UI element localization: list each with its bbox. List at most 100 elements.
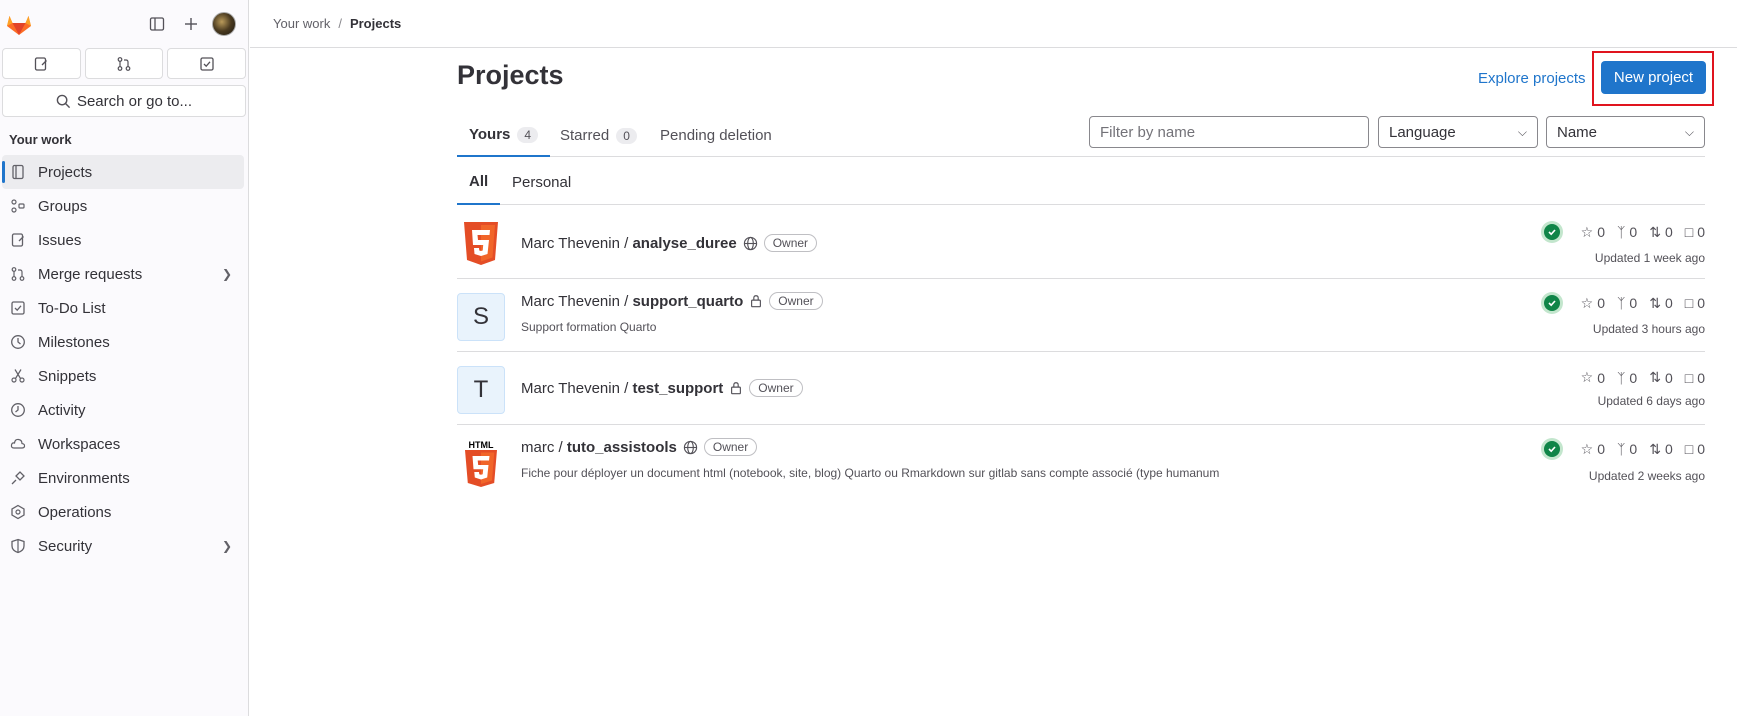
sidebar-item-operations[interactable]: Operations xyxy=(2,495,244,529)
tab-label: Pending deletion xyxy=(660,127,772,144)
stars-count[interactable]: ☆ 0 xyxy=(1581,369,1605,386)
language-dropdown-label: Language xyxy=(1389,123,1456,141)
sidebar-item-activity[interactable]: Activity xyxy=(2,393,244,427)
project-avatar[interactable]: S xyxy=(457,293,505,341)
merge-requests-count[interactable]: ⇅ 0 xyxy=(1649,224,1673,241)
fork-icon: ᛉ xyxy=(1617,369,1626,386)
project-avatar[interactable]: T xyxy=(457,366,505,414)
merge-requests-value: 0 xyxy=(1664,369,1673,386)
sidebar-item-projects[interactable]: Projects xyxy=(2,155,244,189)
role-badge: Owner xyxy=(749,379,803,397)
sidebar-item-security[interactable]: Security ❯ xyxy=(2,529,244,563)
sidebar: Search or go to... Your work Projects Gr… xyxy=(0,0,249,716)
sidebar-item-groups[interactable]: Groups xyxy=(2,189,244,223)
html5-icon[interactable]: HTML xyxy=(457,439,505,487)
count-badge: 4 xyxy=(517,126,539,143)
issues-value: 0 xyxy=(1697,441,1705,457)
forks-count[interactable]: ᛉ0 xyxy=(1617,224,1637,240)
project-row: HTML marc / tuto_assistools Owner Fiche … xyxy=(457,425,1705,498)
chevron-right-icon[interactable]: ❯ xyxy=(222,267,232,281)
snippet-icon xyxy=(10,368,26,384)
html5-icon[interactable] xyxy=(457,220,505,268)
project-namespace: Marc Thevenin / xyxy=(521,379,633,397)
pipeline-status-icon[interactable] xyxy=(1540,438,1563,460)
forks-value: 0 xyxy=(1629,369,1638,386)
tab-yours[interactable]: Yours 4 xyxy=(457,114,551,157)
sidebar-item-snippets[interactable]: Snippets xyxy=(2,359,244,393)
project-link[interactable]: marc / tuto_assistools xyxy=(521,439,677,456)
lock-icon xyxy=(749,294,763,308)
projects-subtabs: All Personal xyxy=(457,160,1705,205)
operations-icon xyxy=(10,504,26,520)
project-icon xyxy=(10,164,26,180)
star-icon: ☆ xyxy=(1580,294,1594,311)
subtab-all[interactable]: All xyxy=(457,160,501,205)
stars-count[interactable]: ☆ 0 xyxy=(1581,295,1605,312)
merge-request-icon xyxy=(10,266,26,282)
globe-icon xyxy=(743,236,758,251)
filter-by-name-input[interactable]: Filter by name xyxy=(1089,116,1369,148)
tab-pending-deletion[interactable]: Pending deletion xyxy=(660,114,772,157)
sidebar-item-label: Security xyxy=(38,537,93,555)
role-badge: Owner xyxy=(763,234,818,252)
merge-requests-count[interactable]: ⇅ 0 xyxy=(1649,441,1673,458)
issues-count[interactable]: □ 0 xyxy=(1685,295,1705,311)
search-button[interactable]: Search or go to... xyxy=(2,85,246,117)
issues-icon: □ xyxy=(1684,441,1694,457)
chevron-right-icon[interactable]: ❯ xyxy=(222,539,232,553)
issues-count[interactable]: □ 0 xyxy=(1685,370,1705,386)
subtab-personal[interactable]: Personal xyxy=(512,160,571,205)
toggle-sidebar-icon[interactable] xyxy=(144,11,170,37)
issues-icon xyxy=(35,56,48,71)
merge-requests-count[interactable]: ⇅ 0 xyxy=(1649,295,1673,312)
sidebar-item-issues[interactable]: Issues xyxy=(2,223,244,257)
issues-count[interactable]: □ 0 xyxy=(1685,224,1705,240)
pipeline-status-icon[interactable] xyxy=(1540,292,1563,314)
updated-time: Updated 2 weeks ago xyxy=(1588,469,1705,483)
new-project-button[interactable]: New project xyxy=(1601,61,1706,94)
updated-time: Updated 3 hours ago xyxy=(1592,322,1705,336)
sidebar-item-todo-list[interactable]: To-Do List xyxy=(2,291,244,325)
forks-count[interactable]: ᛉ0 xyxy=(1617,295,1637,311)
sidebar-item-label: Groups xyxy=(38,197,88,215)
project-stats: ☆ 0 ᛉ0 ⇅ 0 □ 0 xyxy=(1540,438,1705,460)
language-dropdown[interactable]: Language ⌵ xyxy=(1378,116,1538,148)
html-logo-text: HTML xyxy=(469,440,494,450)
breadcrumb-projects[interactable]: Projects xyxy=(350,16,401,31)
plus-icon[interactable] xyxy=(178,11,204,37)
todos-counter-button[interactable] xyxy=(167,48,247,79)
gitlab-logo-icon[interactable] xyxy=(6,12,32,36)
merge-requests-value: 0 xyxy=(1664,224,1673,240)
project-link[interactable]: Marc Thevenin / support_quarto xyxy=(521,293,743,310)
stars-count[interactable]: ☆ 0 xyxy=(1581,224,1605,241)
sidebar-item-environments[interactable]: Environments xyxy=(2,461,244,495)
explore-projects-link[interactable]: Explore projects xyxy=(1478,70,1586,87)
page-title: Projects xyxy=(457,60,564,90)
project-link[interactable]: Marc Thevenin / analyse_duree xyxy=(521,235,737,252)
stars-count[interactable]: ☆ 0 xyxy=(1581,441,1605,458)
user-avatar[interactable] xyxy=(212,12,236,36)
breadcrumb-separator: / xyxy=(338,16,342,31)
issues-count[interactable]: □ 0 xyxy=(1685,441,1705,457)
merge-requests-counter-button[interactable] xyxy=(84,48,164,79)
sort-dropdown[interactable]: Name ⌵ xyxy=(1546,116,1705,148)
sidebar-item-workspaces[interactable]: Workspaces xyxy=(2,427,244,461)
merge-requests-count[interactable]: ⇅ 0 xyxy=(1649,369,1673,386)
issues-icon: □ xyxy=(1684,369,1694,386)
todo-icon xyxy=(10,300,26,316)
issues-counter-button[interactable] xyxy=(2,48,81,79)
sidebar-item-label: Environments xyxy=(38,469,130,487)
issues-icon: □ xyxy=(1684,295,1694,311)
project-row: Marc Thevenin / analyse_duree Owner ☆ 0 ᛉ… xyxy=(457,206,1705,279)
project-link[interactable]: Marc Thevenin / test_support xyxy=(521,380,723,397)
sidebar-item-merge-requests[interactable]: Merge requests ❯ xyxy=(2,257,244,291)
pipeline-status-icon[interactable] xyxy=(1540,221,1563,243)
breadcrumb-your-work[interactable]: Your work xyxy=(273,16,330,31)
tab-starred[interactable]: Starred 0 xyxy=(560,114,637,157)
sidebar-item-milestones[interactable]: Milestones xyxy=(2,325,244,359)
stars-value: 0 xyxy=(1597,224,1605,240)
forks-count[interactable]: ᛉ0 xyxy=(1617,441,1637,457)
project-title: Marc Thevenin / analyse_duree Owner xyxy=(521,234,818,252)
forks-count[interactable]: ᛉ0 xyxy=(1617,370,1637,386)
project-row: T Marc Thevenin / test_support Owner ☆ 0 … xyxy=(457,352,1705,425)
